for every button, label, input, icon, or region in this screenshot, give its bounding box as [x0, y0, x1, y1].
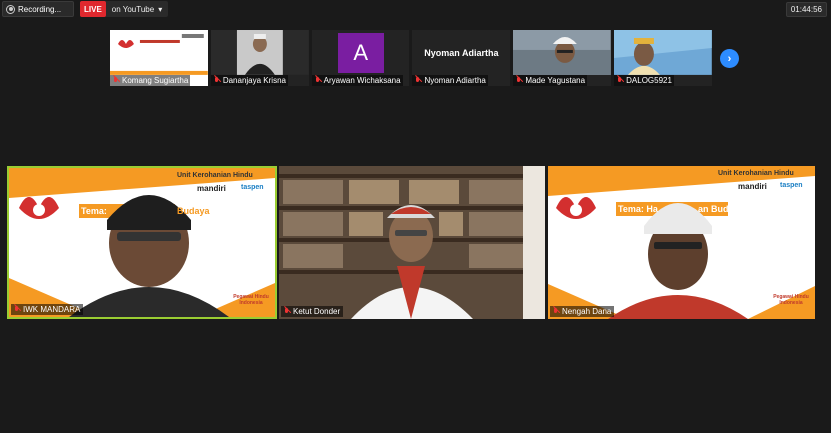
banner-footer: Pegawai Hindu Indonesia [233, 294, 269, 306]
participant-name: DALOG5921 [614, 75, 674, 86]
participant-thumb[interactable]: Komang Sugiartha [110, 30, 208, 86]
participant-strip: Komang Sugiartha Dananjaya Krisna A Arya… [110, 30, 712, 86]
video-tile[interactable]: Unit Kerohanian Hindu mandiri taspen Tem… [548, 166, 815, 319]
banner-video [110, 30, 208, 75]
live-badge: LIVE [80, 1, 106, 17]
mic-muted-icon [213, 76, 220, 85]
participant-name: Made Yagustana [513, 75, 588, 86]
participant-name: Aryawan Wichaksana [311, 75, 403, 86]
banner-unit: Unit Kerohanian Hindu [718, 170, 794, 177]
chevron-right-icon: › [727, 52, 732, 65]
participant-video [513, 30, 612, 75]
sponsor-insurer: taspen [780, 182, 803, 189]
mic-muted-icon [314, 76, 321, 85]
participant-name: Nyoman Adiartha [412, 75, 488, 86]
avatar: A [337, 33, 384, 73]
participant-name: Dananjaya Krisna [210, 75, 288, 86]
participant-video [210, 30, 309, 75]
sponsor-insurer: taspen [241, 184, 264, 191]
mic-muted-icon [515, 76, 522, 85]
mic-muted-icon [616, 76, 623, 85]
participant-display-name: Nyoman Adiartha [424, 48, 499, 58]
participant-thumb[interactable]: Nyoman Adiartha Nyoman Adiartha [412, 30, 511, 86]
next-page-button[interactable]: › [720, 49, 739, 68]
banner-title-suffix: Budaya [177, 206, 210, 216]
sponsor-bank: mandiri [197, 184, 226, 193]
meeting-timer: 01:44:56 [785, 2, 827, 17]
video-tile[interactable]: Ketut Donder [279, 166, 545, 319]
caret-down-icon: ▾ [158, 4, 163, 14]
banner-title-suffix: an Budaya [698, 204, 744, 214]
banner-title: Tema: Ha [618, 204, 658, 214]
mic-muted-icon [414, 76, 421, 85]
recording-indicator[interactable]: Recording... [2, 1, 74, 17]
mic-muted-icon [13, 305, 20, 314]
live-stream-control[interactable]: LIVE on YouTube ▾ [80, 1, 169, 17]
sponsor-bank: mandiri [738, 182, 767, 191]
video-tile-active-speaker[interactable]: Unit Kerohanian Hindu mandiri taspen Tem… [7, 166, 277, 319]
participant-thumb[interactable]: Made Yagustana [513, 30, 612, 86]
speaker-gallery: Unit Kerohanian Hindu mandiri taspen Tem… [7, 166, 815, 319]
mic-muted-icon [112, 76, 119, 85]
record-icon [6, 4, 15, 14]
mic-muted-icon [552, 307, 559, 316]
banner-unit: Unit Kerohanian Hindu [177, 172, 253, 179]
participant-video [614, 30, 712, 75]
participant-thumb[interactable]: Dananjaya Krisna [210, 30, 309, 86]
participant-thumb[interactable]: A Aryawan Wichaksana [311, 30, 410, 86]
participant-video [279, 166, 545, 319]
banner-title: Tema: [81, 206, 107, 216]
participant-name: IWK MANDARA [11, 304, 84, 315]
stream-target[interactable]: on YouTube ▾ [106, 5, 168, 14]
participant-name: Nengah Dana [550, 306, 615, 317]
participant-name: Ketut Donder [281, 306, 344, 317]
mic-muted-icon [283, 307, 290, 316]
recording-label: Recording... [18, 4, 62, 14]
top-bar: Recording... LIVE on YouTube ▾ 01:44:56 [0, 0, 831, 20]
banner-footer: Pegawai Hindu Indonesia [773, 294, 809, 306]
participant-thumb[interactable]: DALOG5921 [614, 30, 712, 86]
participant-name: Komang Sugiartha [110, 75, 191, 86]
